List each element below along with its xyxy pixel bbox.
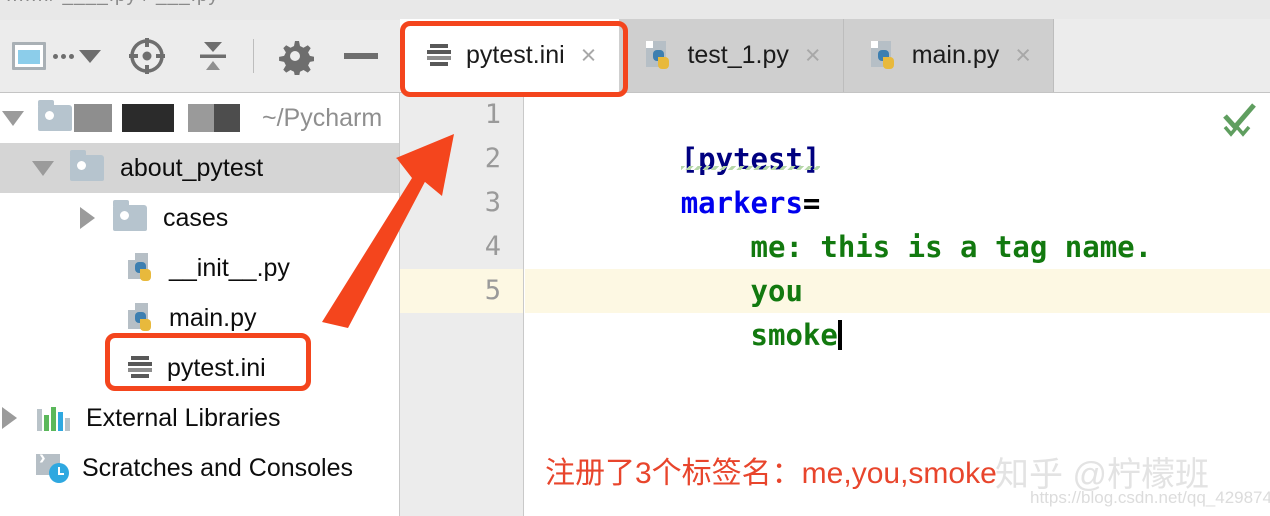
redaction-bar	[122, 104, 174, 132]
annotation-arrow-icon	[322, 134, 454, 328]
close-icon[interactable]: ×	[581, 42, 597, 69]
tab-bar-empty-area	[1054, 19, 1270, 92]
tab-pytest-ini[interactable]: pytest.ini ×	[400, 19, 620, 92]
tree-item-label: __init__.py	[169, 253, 290, 282]
minus-icon	[344, 53, 378, 59]
python-file-icon	[870, 40, 898, 71]
ini-file-icon	[127, 355, 153, 381]
annotation-note: 注册了3个标签名：me,you,smoke	[545, 457, 997, 490]
ini-key-token: markers	[680, 186, 803, 220]
editor-tab-bar: pytest.ini × test_1.py × main.py ×	[400, 19, 1270, 93]
folder-icon	[70, 150, 104, 181]
python-file-icon	[127, 303, 155, 333]
tree-row-external-libraries[interactable]: External Libraries	[0, 393, 399, 443]
locate-file-button[interactable]	[127, 30, 167, 82]
tab-test-1-py[interactable]: test_1.py ×	[619, 19, 844, 92]
text-caret	[837, 320, 842, 350]
close-icon[interactable]: ×	[1015, 42, 1031, 69]
tree-item-label: External Libraries	[86, 403, 281, 432]
redaction-bar	[214, 104, 240, 132]
toolbar-divider	[253, 39, 254, 73]
code-line-1[interactable]: [pytest]	[525, 93, 1270, 176]
project-view-selector[interactable]	[12, 30, 101, 82]
inspections-ok-checkmark-icon[interactable]	[1220, 101, 1260, 141]
crosshair-target-icon	[129, 38, 165, 74]
watermark-url: https://blog.csdn.net/qq_42987484	[1030, 488, 1270, 507]
chevron-right-icon[interactable]	[80, 207, 95, 229]
tree-item-label: cases	[163, 203, 229, 232]
scratches-icon	[36, 447, 70, 483]
tab-label: pytest.ini	[466, 41, 565, 69]
ini-value-token: you	[680, 274, 803, 308]
close-icon[interactable]: ×	[805, 42, 821, 69]
libraries-icon	[37, 405, 70, 431]
tree-row-pytest-ini[interactable]: pytest.ini	[0, 343, 399, 393]
ini-file-icon	[426, 43, 452, 69]
chevron-down-icon[interactable]	[2, 110, 24, 126]
tree-item-label: pytest.ini	[167, 353, 266, 382]
tree-item-label: about_pytest	[120, 153, 264, 182]
tab-main-py[interactable]: main.py ×	[843, 19, 1055, 92]
settings-button[interactable]	[276, 30, 314, 82]
ini-section-token: [pytest]	[680, 142, 821, 176]
tree-item-label: Scratches and Consoles	[82, 453, 353, 482]
ini-value-token: me: this is a tag name.	[680, 230, 1153, 264]
ini-operator-token: =	[802, 186, 821, 220]
pycharm-window: ......./ ____.py / ___.py	[0, 0, 1270, 516]
project-toolbar	[0, 20, 400, 93]
ellipsis-icon	[53, 53, 74, 59]
chevron-down-icon[interactable]	[32, 160, 54, 176]
tree-item-label: main.py	[169, 303, 257, 332]
hide-button[interactable]	[344, 30, 378, 82]
ini-value-token: smoke	[680, 318, 838, 352]
collapse-all-button[interactable]	[193, 30, 233, 82]
project-window-icon	[12, 42, 46, 70]
breadcrumb: ......./ ____.py / ___.py	[0, 0, 1270, 20]
folder-icon	[38, 100, 72, 131]
python-file-icon	[127, 253, 155, 283]
redaction-bar	[74, 104, 112, 132]
tab-label: test_1.py	[687, 41, 789, 69]
breadcrumb-text: ......./ ____.py / ___.py	[6, 0, 219, 7]
collapse-all-icon	[200, 42, 226, 70]
python-file-icon	[645, 40, 673, 71]
gear-icon	[279, 41, 314, 75]
tab-label: main.py	[911, 41, 1000, 69]
folder-icon	[113, 200, 147, 231]
tree-row-scratches-and-consoles[interactable]: Scratches and Consoles	[0, 443, 399, 493]
chevron-down-icon	[79, 49, 101, 63]
chevron-right-icon[interactable]	[2, 407, 17, 429]
redaction-bar	[188, 104, 214, 132]
